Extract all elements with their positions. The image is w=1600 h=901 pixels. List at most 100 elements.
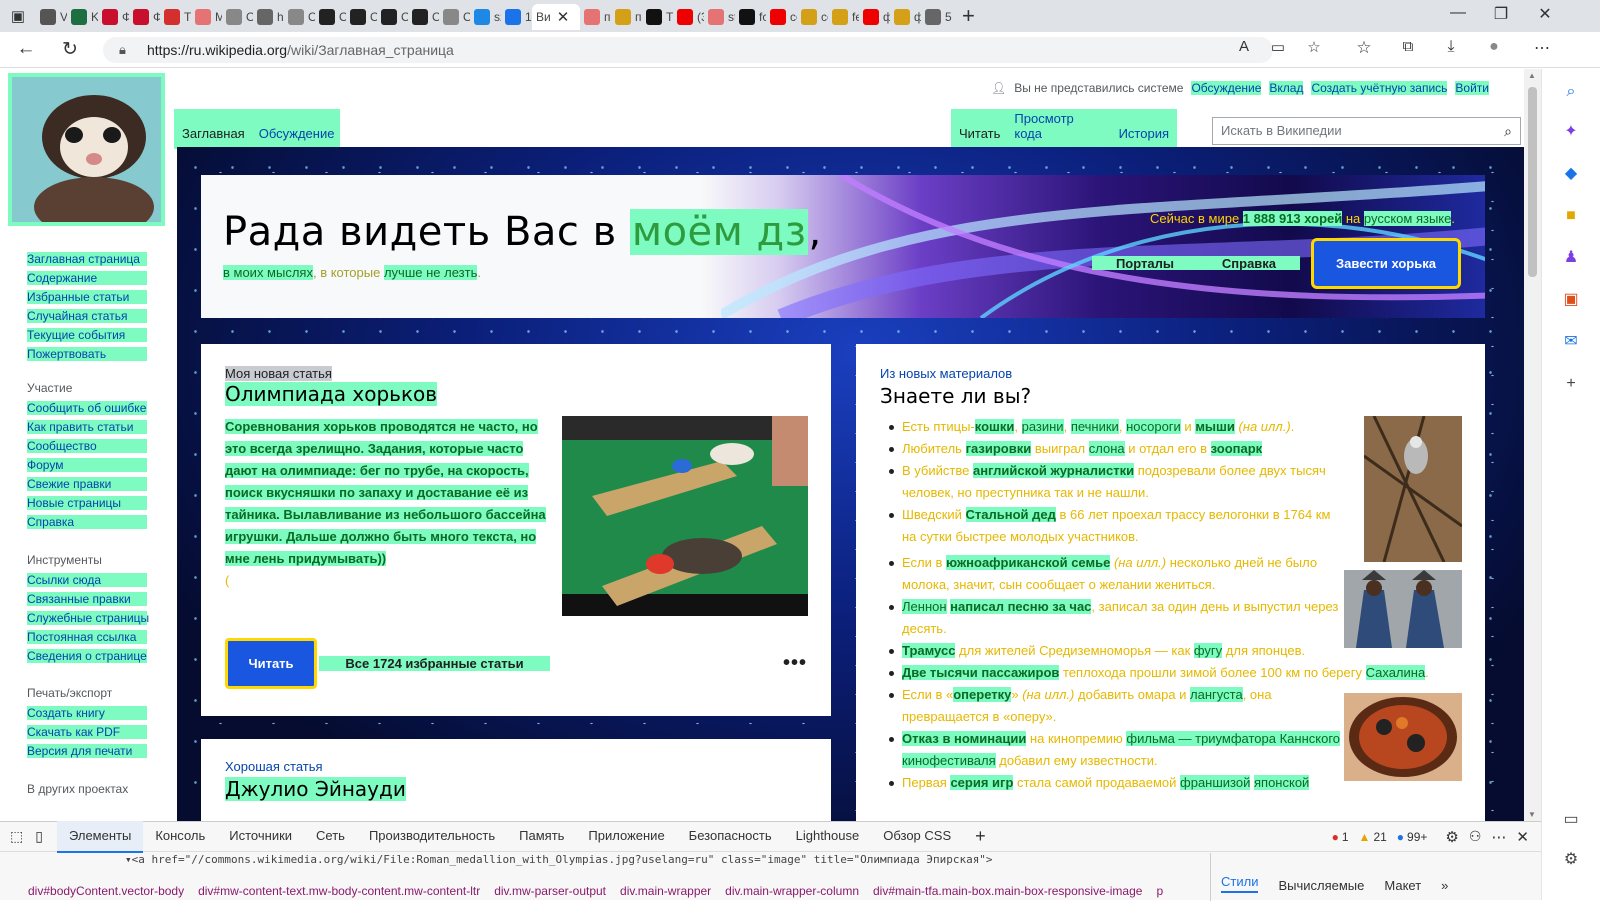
- devtools-settings-icon[interactable]: ⚙: [1445, 828, 1458, 846]
- personal-link-talk[interactable]: Обсуждение: [1191, 81, 1262, 95]
- breadcrumb-item[interactable]: div.mw-parser-output: [494, 884, 606, 898]
- browser-tab-14[interactable]: sz: [470, 4, 501, 30]
- sidebar-item-participation-6[interactable]: Справка: [27, 515, 147, 529]
- sidebar-item-tools-1[interactable]: Связанные правки: [27, 592, 147, 606]
- help-link[interactable]: Справка: [1222, 256, 1276, 271]
- browser-tab-8[interactable]: О: [284, 4, 315, 30]
- read-button[interactable]: Читать: [225, 638, 317, 689]
- scroll-up-icon[interactable]: ▲: [1528, 71, 1536, 80]
- sub-link-1[interactable]: в моих мыслях: [223, 265, 313, 280]
- sidebar-item-tools-3[interactable]: Постоянная ссылка: [27, 630, 147, 644]
- breadcrumb-item[interactable]: div#mw-content-text.mw-body-content.mw-c…: [198, 884, 480, 898]
- devtools-tab-9[interactable]: Обзор CSS: [871, 821, 963, 853]
- favorites-icon[interactable]: ☆: [1352, 38, 1376, 58]
- tab-actions-icon[interactable]: ▣: [0, 7, 36, 25]
- browser-tab-0[interactable]: Vi: [36, 4, 67, 30]
- more-tools-icon[interactable]: +: [963, 826, 998, 847]
- browser-tab-right-8[interactable]: fe: [828, 4, 859, 30]
- browser-tab-1[interactable]: Ki: [67, 4, 98, 30]
- new-tab-button[interactable]: +: [952, 3, 985, 29]
- sidebar-item-nav-4[interactable]: Текущие события: [27, 328, 147, 342]
- ferret-olympics-image[interactable]: [562, 416, 808, 616]
- good-title[interactable]: Джулио Эйнауди: [225, 777, 406, 801]
- tab-read[interactable]: Читать: [959, 126, 1000, 141]
- browser-tab-right-10[interactable]: ф: [890, 4, 921, 30]
- search-input[interactable]: Искать в Википедии ⌕: [1212, 117, 1521, 145]
- restore-icon[interactable]: ❐: [1484, 4, 1518, 24]
- sidebar-item-print-2[interactable]: Версия для печати: [27, 744, 147, 758]
- browser-tab-right-11[interactable]: 5: [921, 4, 952, 30]
- browser-tab-right-5[interactable]: fc: [735, 4, 766, 30]
- device-toolbar-icon[interactable]: ▯: [31, 828, 57, 845]
- styles-tab-3[interactable]: »: [1441, 878, 1448, 893]
- browser-tab-13[interactable]: О: [439, 4, 470, 30]
- scrollbar-thumb[interactable]: [1528, 87, 1537, 277]
- browser-tab-6[interactable]: О: [222, 4, 253, 30]
- back-icon[interactable]: ←: [14, 38, 38, 60]
- sidebar-item-participation-0[interactable]: Сообщить об ошибке: [27, 401, 147, 415]
- personal-link-login[interactable]: Войти: [1455, 81, 1489, 95]
- reload-icon[interactable]: ↻: [58, 38, 82, 61]
- profile-avatar[interactable]: ●: [1482, 38, 1506, 56]
- info-badge[interactable]: ● 99+: [1397, 830, 1428, 844]
- hide-sidebar-icon[interactable]: ▭: [1562, 811, 1580, 829]
- copilot-icon[interactable]: ✦: [1562, 123, 1580, 141]
- tab-talk[interactable]: Обсуждение: [259, 126, 335, 141]
- devtools-tab-4[interactable]: Производительность: [357, 821, 507, 853]
- sidebar-item-nav-0[interactable]: Заглавная страница: [27, 252, 147, 266]
- sidebar-item-nav-2[interactable]: Избранные статьи: [27, 290, 147, 304]
- tab-history[interactable]: История: [1119, 126, 1169, 141]
- outlook-icon[interactable]: ✉: [1562, 333, 1580, 351]
- browser-tab-12[interactable]: О: [408, 4, 439, 30]
- breadcrumb-item[interactable]: div#bodyContent.vector-body: [28, 884, 184, 898]
- browser-tab-right-9[interactable]: ф: [859, 4, 890, 30]
- devtools-tab-2[interactable]: Источники: [217, 821, 304, 853]
- welcome-highlight[interactable]: моём дз: [629, 209, 809, 255]
- minimize-icon[interactable]: —: [1441, 4, 1475, 22]
- browser-tab-right-0[interactable]: п: [580, 4, 611, 30]
- featured-title[interactable]: Олимпиада хорьков: [225, 382, 438, 406]
- dom-tree-line[interactable]: ▾<a href="//commons.wikimedia.org/wiki/F…: [0, 853, 1210, 871]
- bird-image[interactable]: [1363, 415, 1463, 563]
- sidebar-item-nav-5[interactable]: Пожертвовать: [27, 347, 147, 361]
- office-icon[interactable]: ▣: [1562, 291, 1580, 309]
- browser-tab-11[interactable]: О: [377, 4, 408, 30]
- devtools-tab-0[interactable]: Элементы: [56, 820, 144, 853]
- collections-icon[interactable]: ⧉: [1396, 38, 1420, 55]
- sidebar-item-participation-2[interactable]: Сообщество: [27, 439, 147, 453]
- featured-kicker[interactable]: Моя новая статья: [225, 366, 332, 381]
- games-icon[interactable]: ♟: [1562, 249, 1580, 267]
- warnings-badge[interactable]: ▲ 21: [1359, 830, 1387, 844]
- devtools-tab-3[interactable]: Сеть: [304, 821, 357, 853]
- devtools-menu-icon[interactable]: ⋯: [1491, 828, 1506, 846]
- browser-tab-10[interactable]: О: [346, 4, 377, 30]
- styles-tab-2[interactable]: Макет: [1384, 878, 1421, 893]
- lobster-dish-image[interactable]: [1344, 693, 1462, 781]
- close-icon[interactable]: ✕: [557, 8, 570, 26]
- feedback-icon[interactable]: ⚇: [1469, 828, 1482, 845]
- browser-tab-15[interactable]: 1: [501, 4, 532, 30]
- add-sidebar-app-icon[interactable]: +: [1562, 375, 1580, 393]
- devtools-tab-1[interactable]: Консоль: [143, 821, 217, 853]
- scroll-down-icon[interactable]: ▼: [1528, 810, 1536, 819]
- browser-tab-4[interactable]: Тс: [160, 4, 191, 30]
- family-image[interactable]: [1344, 570, 1462, 648]
- shopping-tag-icon[interactable]: ◆: [1562, 165, 1580, 183]
- browser-tab-2[interactable]: Ф: [98, 4, 129, 30]
- portals-link[interactable]: Порталы: [1116, 256, 1174, 271]
- sidebar-item-participation-1[interactable]: Как править статьи: [27, 420, 147, 434]
- browser-tab-right-3[interactable]: (3: [673, 4, 704, 30]
- inspect-icon[interactable]: ⬚: [0, 828, 31, 845]
- sidebar-item-tools-4[interactable]: Сведения о странице: [27, 649, 147, 663]
- sub-link-2[interactable]: в которые: [320, 265, 380, 280]
- site-logo[interactable]: [8, 73, 165, 226]
- browser-tab-right-1[interactable]: п: [611, 4, 642, 30]
- active-tab[interactable]: Ви ✕: [532, 4, 580, 30]
- browser-tab-3[interactable]: Ф: [129, 4, 160, 30]
- stats-language-link[interactable]: русском языке: [1363, 211, 1452, 226]
- breadcrumb-item[interactable]: div#main-tfa.main-box.main-box-responsiv…: [873, 884, 1142, 898]
- styles-tab-1[interactable]: Вычисляемые: [1278, 878, 1364, 893]
- tab-view-source[interactable]: Просмотр кода: [1014, 111, 1104, 141]
- sub-link-3[interactable]: лучше не лезть: [383, 265, 478, 280]
- sidebar-item-nav-3[interactable]: Случайная статья: [27, 309, 147, 323]
